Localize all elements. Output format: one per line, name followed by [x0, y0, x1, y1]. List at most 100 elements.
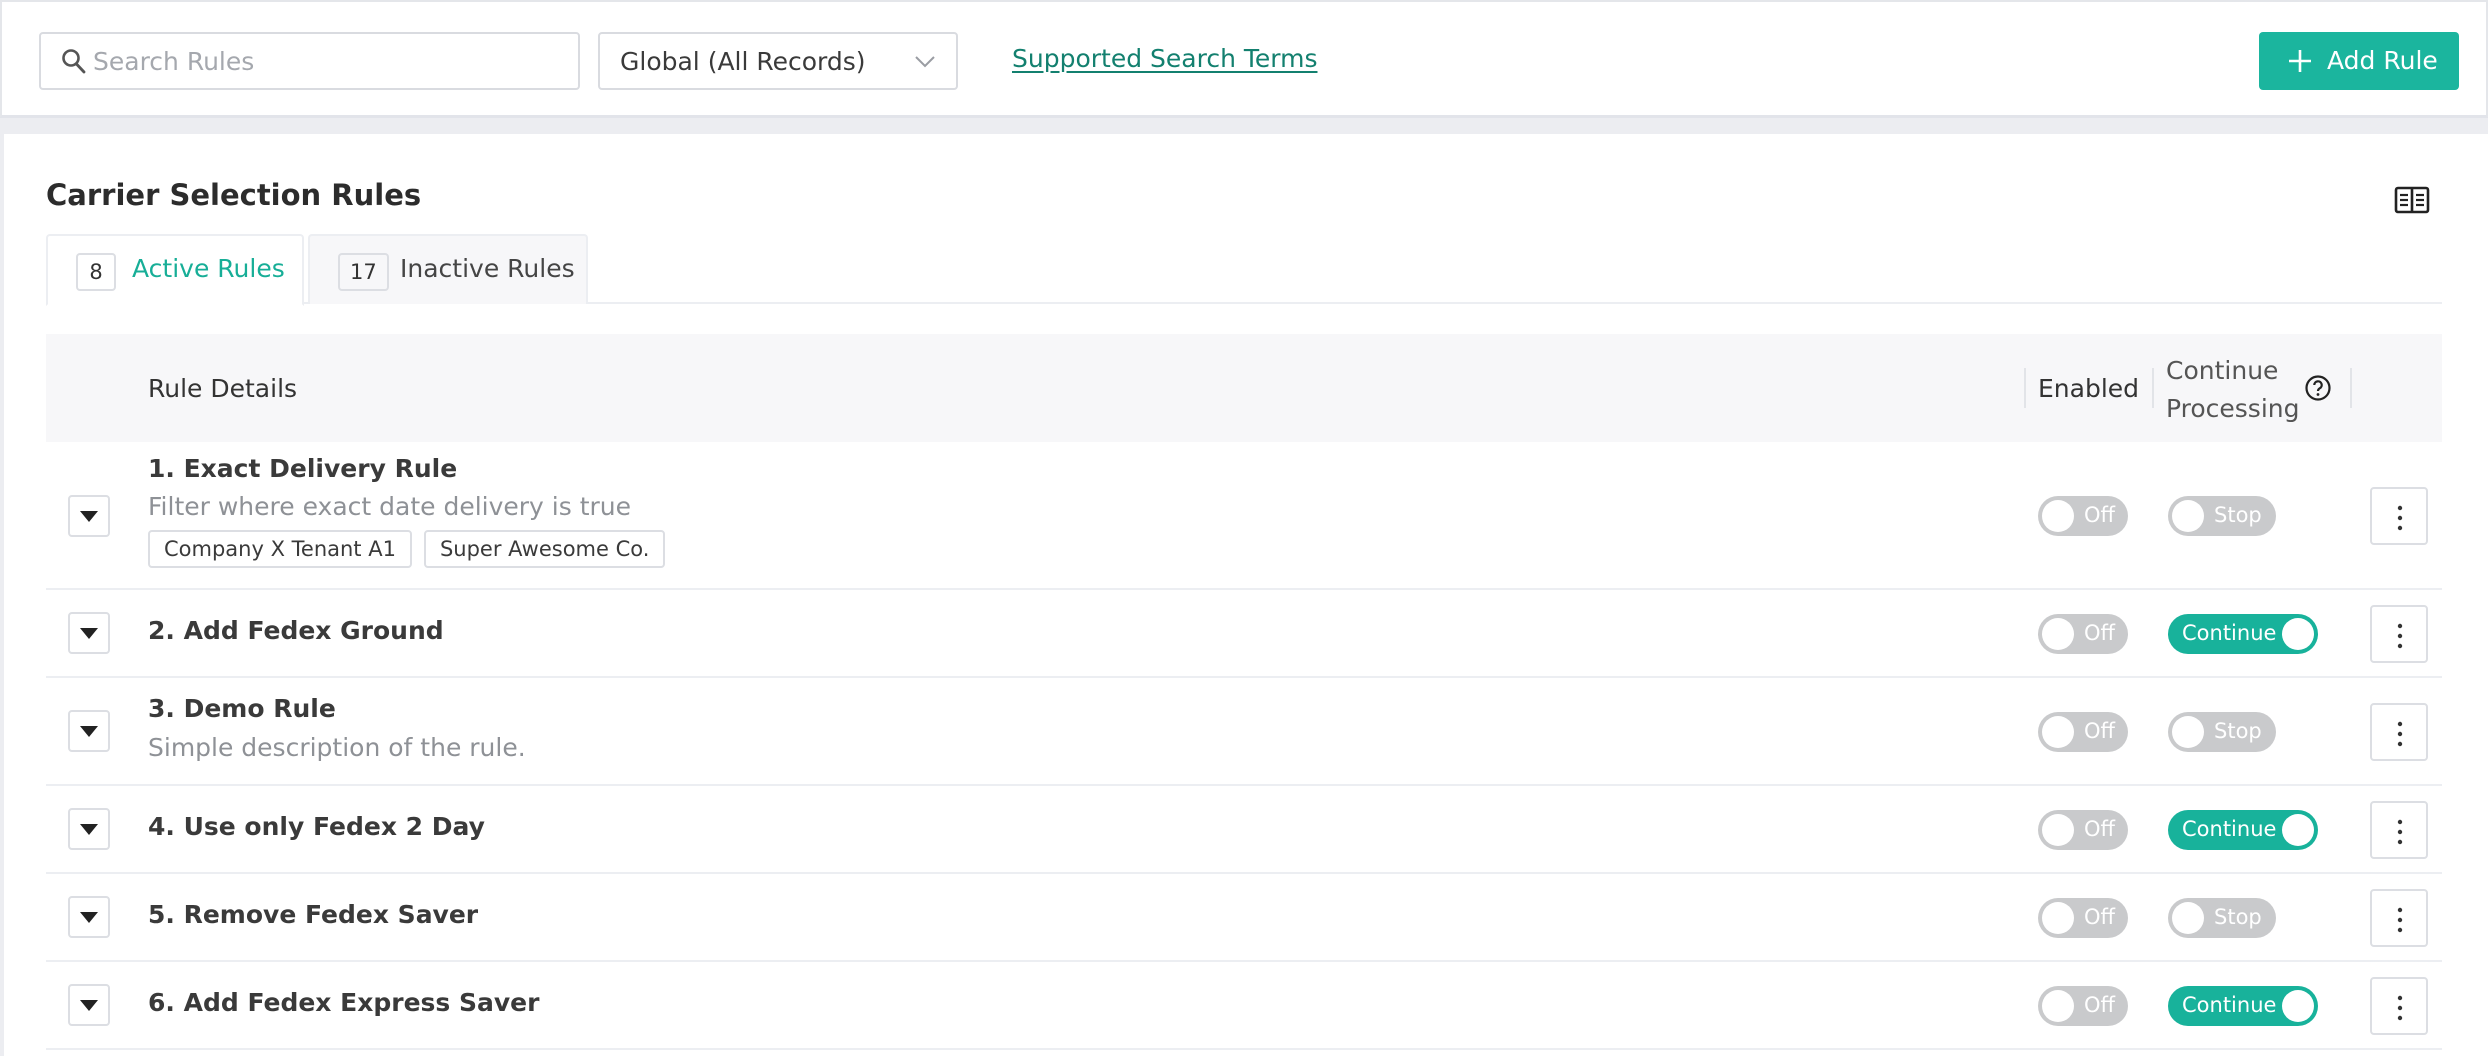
- row-actions-button[interactable]: [2370, 889, 2428, 947]
- continue-processing-toggle[interactable]: Continue: [2168, 986, 2318, 1026]
- table-row: 4. Use only Fedex 2 Day Off Continue: [46, 786, 2442, 874]
- enabled-toggle-label: Off: [2084, 993, 2115, 1017]
- continue-toggle-label: Stop: [2214, 905, 2262, 929]
- column-continue-line2: Processing: [2166, 394, 2300, 423]
- caret-down-icon: [80, 511, 98, 522]
- caret-down-icon: [80, 1000, 98, 1011]
- enabled-toggle-label: Off: [2084, 905, 2115, 929]
- rule-tabs: 8 Active Rules 17 Inactive Rules: [46, 234, 2442, 306]
- expand-row-button[interactable]: [68, 612, 110, 654]
- enabled-toggle[interactable]: Off: [2038, 810, 2128, 850]
- row-actions-button[interactable]: [2370, 487, 2428, 545]
- more-vertical-icon: [2397, 819, 2403, 845]
- rule-tag: Company X Tenant A1: [148, 530, 412, 568]
- expand-row-button[interactable]: [68, 808, 110, 850]
- toggle-knob: [2042, 814, 2074, 846]
- toggle-knob: [2282, 990, 2314, 1022]
- plus-icon: [2289, 50, 2311, 72]
- column-divider: [2152, 368, 2154, 408]
- column-continue-line1: Continue: [2166, 356, 2279, 385]
- rule-name: 1. Exact Delivery Rule: [148, 454, 458, 483]
- enabled-toggle-label: Off: [2084, 817, 2115, 841]
- continue-toggle-label: Stop: [2214, 503, 2262, 527]
- toggle-knob: [2282, 618, 2314, 650]
- toggle-knob: [2172, 902, 2204, 934]
- expand-row-button[interactable]: [68, 495, 110, 537]
- toggle-knob: [2042, 716, 2074, 748]
- toggle-knob: [2172, 716, 2204, 748]
- rule-name: 2. Add Fedex Ground: [148, 616, 444, 645]
- toggle-knob: [2042, 902, 2074, 934]
- rule-name: 4. Use only Fedex 2 Day: [148, 812, 485, 841]
- book-icon[interactable]: [2394, 186, 2430, 214]
- expand-row-button[interactable]: [68, 896, 110, 938]
- enabled-toggle-label: Off: [2084, 503, 2115, 527]
- tab-active-rules[interactable]: 8 Active Rules: [46, 234, 304, 306]
- toggle-knob: [2042, 618, 2074, 650]
- help-circle-icon[interactable]: [2304, 374, 2332, 402]
- enabled-toggle[interactable]: Off: [2038, 898, 2128, 938]
- rule-description: Filter where exact date delivery is true: [148, 492, 632, 521]
- rule-tag: Super Awesome Co.: [423, 530, 666, 568]
- table-header: Rule Details Enabled Continue Processing: [46, 334, 2442, 442]
- toggle-knob: [2042, 990, 2074, 1022]
- caret-down-icon: [80, 628, 98, 639]
- tab-inactive-rules[interactable]: 17 Inactive Rules: [308, 234, 588, 304]
- enabled-toggle[interactable]: Off: [2038, 986, 2128, 1026]
- more-vertical-icon: [2397, 505, 2403, 531]
- enabled-toggle-label: Off: [2084, 621, 2115, 645]
- supported-search-terms-link[interactable]: Supported Search Terms: [1012, 44, 1317, 73]
- continue-toggle-label: Continue: [2182, 817, 2277, 841]
- caret-down-icon: [80, 824, 98, 835]
- more-vertical-icon: [2397, 995, 2403, 1021]
- page-title: Carrier Selection Rules: [46, 178, 422, 212]
- search-input[interactable]: [93, 38, 563, 84]
- table-row: 6. Add Fedex Express Saver Off Continue: [46, 962, 2442, 1050]
- scope-select[interactable]: Global (All Records): [598, 32, 958, 90]
- enabled-toggle-label: Off: [2084, 719, 2115, 743]
- continue-toggle-label: Continue: [2182, 621, 2277, 645]
- caret-down-icon: [80, 726, 98, 737]
- continue-processing-toggle[interactable]: Stop: [2168, 496, 2276, 536]
- rule-tags: Company X Tenant A1 Super Awesome Co.: [148, 530, 677, 568]
- column-rule-details: Rule Details: [148, 374, 298, 403]
- row-actions-button[interactable]: [2370, 605, 2428, 663]
- toggle-knob: [2172, 500, 2204, 532]
- inactive-rules-count: 17: [338, 253, 389, 291]
- column-divider: [2350, 368, 2352, 408]
- more-vertical-icon: [2397, 721, 2403, 747]
- enabled-toggle[interactable]: Off: [2038, 712, 2128, 752]
- tab-label: Inactive Rules: [400, 254, 575, 283]
- rule-description: Simple description of the rule.: [148, 733, 526, 762]
- rules-panel: Carrier Selection Rules 8 Active Rules 1…: [4, 134, 2488, 1056]
- active-rules-count: 8: [76, 253, 116, 291]
- add-rule-button[interactable]: Add Rule: [2259, 32, 2459, 90]
- rule-name: 5. Remove Fedex Saver: [148, 900, 479, 929]
- continue-processing-toggle[interactable]: Stop: [2168, 712, 2276, 752]
- chevron-down-icon: [915, 56, 935, 68]
- enabled-toggle[interactable]: Off: [2038, 614, 2128, 654]
- continue-processing-toggle[interactable]: Stop: [2168, 898, 2276, 938]
- rule-name: 6. Add Fedex Express Saver: [148, 988, 540, 1017]
- toggle-knob: [2282, 814, 2314, 846]
- expand-row-button[interactable]: [68, 984, 110, 1026]
- add-rule-label: Add Rule: [2327, 46, 2438, 75]
- column-continue-processing: Continue Processing: [2166, 352, 2300, 428]
- scope-select-value: Global (All Records): [620, 47, 866, 76]
- continue-toggle-label: Stop: [2214, 719, 2262, 743]
- top-toolbar: Global (All Records) Supported Search Te…: [0, 0, 2488, 118]
- continue-processing-toggle[interactable]: Continue: [2168, 614, 2318, 654]
- search-field[interactable]: [39, 32, 580, 90]
- continue-toggle-label: Continue: [2182, 993, 2277, 1017]
- row-actions-button[interactable]: [2370, 977, 2428, 1035]
- column-divider: [2024, 368, 2026, 408]
- row-actions-button[interactable]: [2370, 703, 2428, 761]
- rule-name: 3. Demo Rule: [148, 694, 336, 723]
- enabled-toggle[interactable]: Off: [2038, 496, 2128, 536]
- row-actions-button[interactable]: [2370, 801, 2428, 859]
- expand-row-button[interactable]: [68, 710, 110, 752]
- column-enabled: Enabled: [2038, 374, 2140, 403]
- tab-label: Active Rules: [132, 254, 285, 283]
- continue-processing-toggle[interactable]: Continue: [2168, 810, 2318, 850]
- table-row: 5. Remove Fedex Saver Off Stop: [46, 874, 2442, 962]
